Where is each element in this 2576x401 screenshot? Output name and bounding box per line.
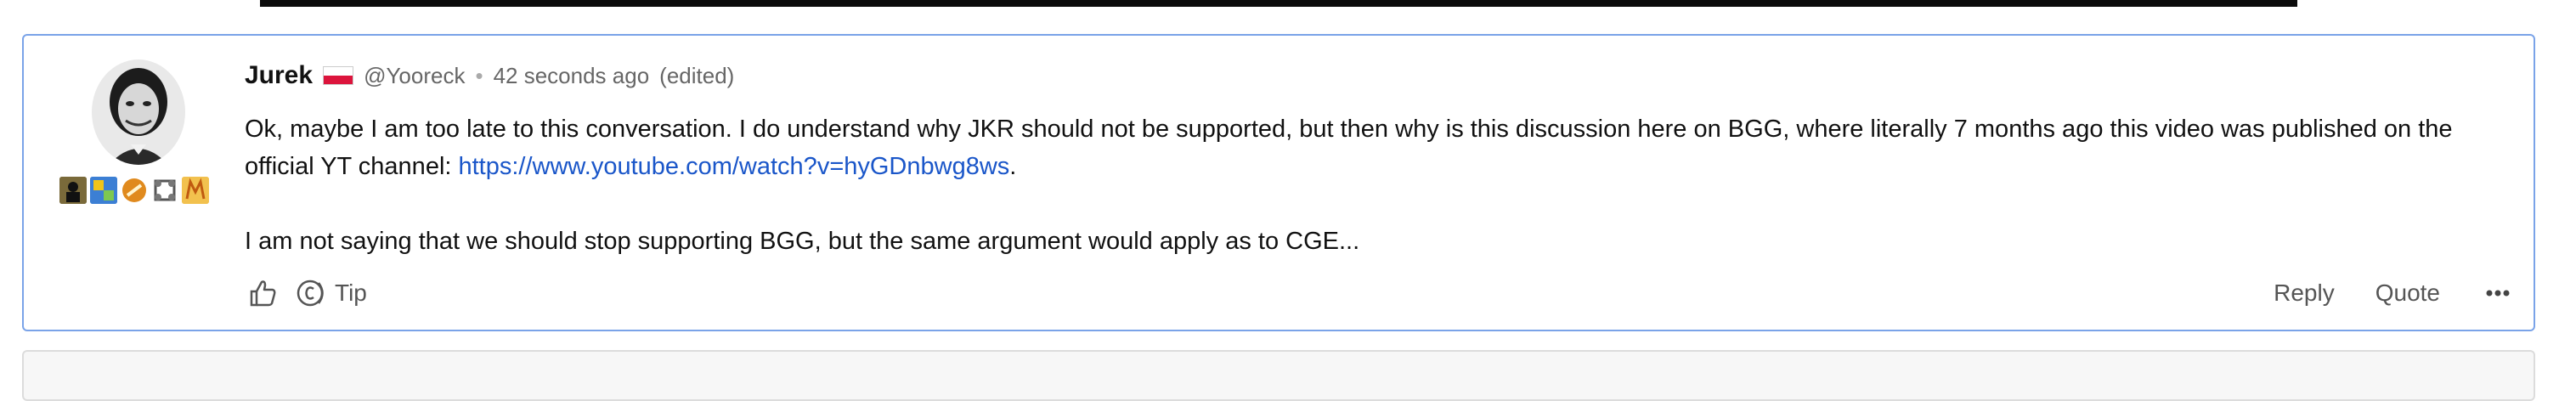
more-dots-icon [2486,290,2510,297]
poland-flag-icon [323,66,354,85]
like-button[interactable] [246,277,279,309]
badge-silhouette-icon[interactable] [59,177,87,204]
thumbs-up-icon [250,280,276,307]
badge-letter-m-icon[interactable] [182,177,209,204]
post-paragraph-2: I am not saying that we should stop supp… [245,228,1360,255]
avatar[interactable] [92,59,185,165]
tip-button[interactable]: Tip [296,277,367,309]
post-header: Jurek @Yooreck • 42 seconds ago (edited) [245,61,734,90]
badge-coin-icon[interactable] [121,177,148,204]
post-text-end: . [1009,153,1017,180]
top-divider-bar [260,0,2297,7]
comment-card: Jurek @Yooreck • 42 seconds ago (edited)… [22,34,2535,331]
coin-tip-icon [297,280,324,307]
post-actions: Reply Quote [2274,277,2515,309]
youtube-link[interactable]: https://www.youtube.com/watch?v=hyGDnbwg… [459,153,1010,180]
next-comment-card [22,350,2535,401]
badge-knot-icon[interactable] [151,177,178,204]
meta-separator: • [475,62,483,88]
more-options-button[interactable] [2481,277,2515,309]
author-name[interactable]: Jurek [245,61,313,90]
tip-label: Tip [335,280,367,306]
badge-row [59,177,209,204]
author-handle[interactable]: @Yooreck [364,63,465,89]
reply-button[interactable]: Reply [2274,280,2335,307]
edited-marker[interactable]: (edited) [659,63,734,89]
post-body: Ok, maybe I am too late to this conversa… [245,110,2505,260]
quote-button[interactable]: Quote [2375,280,2440,307]
post-timestamp[interactable]: 42 seconds ago [494,63,650,89]
reaction-actions: Tip [246,277,367,309]
badge-map-icon[interactable] [90,177,117,204]
post-paragraph-1: Ok, maybe I am too late to this conversa… [245,110,2505,185]
